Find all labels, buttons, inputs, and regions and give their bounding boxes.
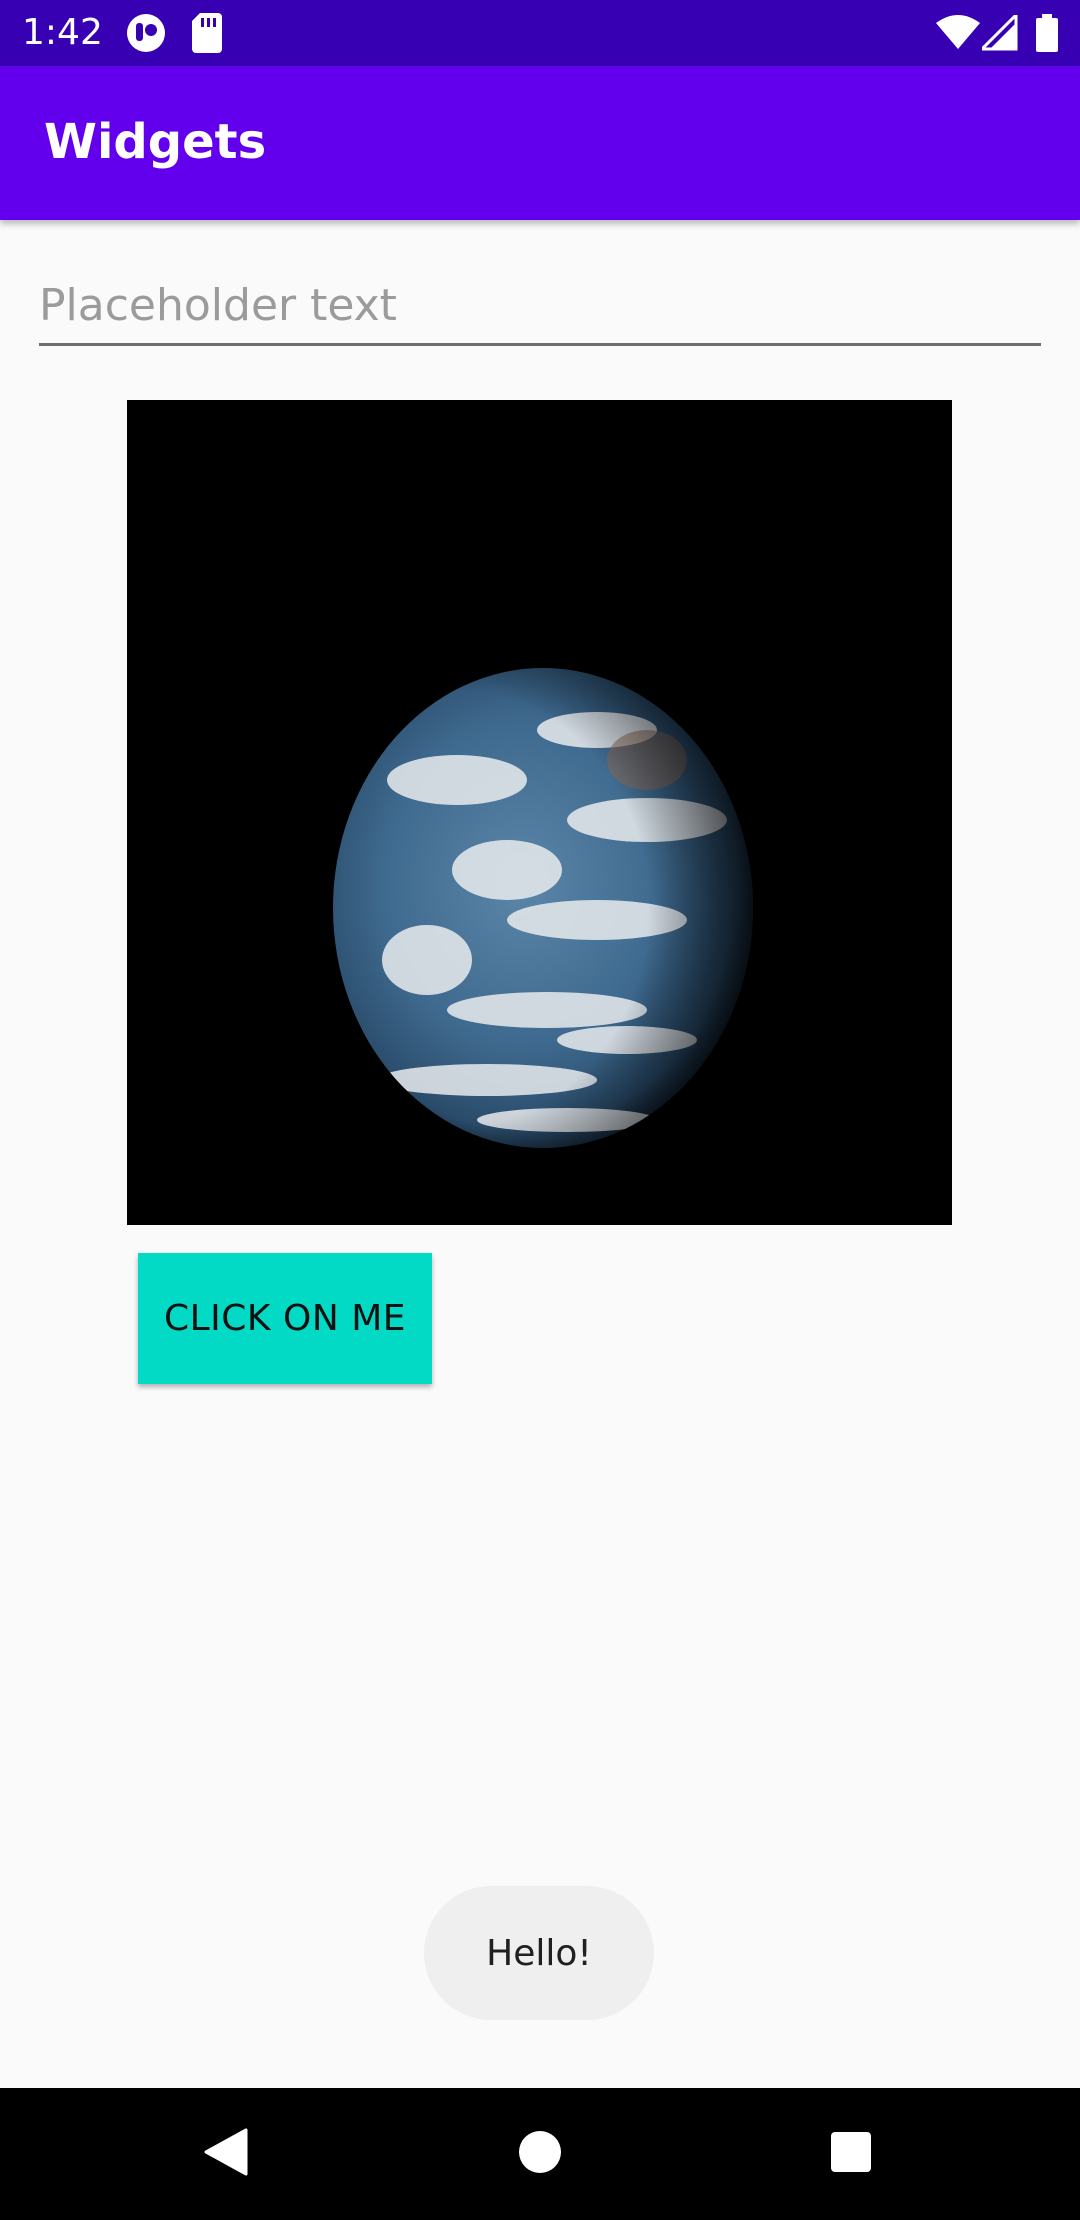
status-bar: 1:42: [0, 0, 1080, 66]
toast-text: Hello!: [486, 1932, 592, 1974]
earth-image: [127, 400, 952, 1225]
battery-icon: [1036, 14, 1058, 52]
home-icon[interactable]: [518, 2128, 562, 2176]
recents-icon[interactable]: [829, 2128, 873, 2176]
signal-icon: [982, 15, 1018, 51]
wifi-icon: [936, 15, 980, 51]
screen: 1:42 Widgets Placeholder text CLICK ON M…: [0, 0, 1080, 2220]
click-on-me-button[interactable]: CLICK ON ME: [138, 1253, 432, 1384]
toast-message: Hello!: [424, 1886, 654, 2020]
app-bar: Widgets: [0, 66, 1080, 220]
placeholder-text-input[interactable]: [39, 272, 1041, 346]
notification-app-icon: [126, 13, 166, 53]
status-time: 1:42: [22, 12, 103, 53]
back-icon[interactable]: [204, 2128, 248, 2176]
sd-card-icon: [192, 13, 222, 53]
navigation-bar: [0, 2088, 1080, 2220]
app-title: Widgets: [44, 114, 267, 170]
